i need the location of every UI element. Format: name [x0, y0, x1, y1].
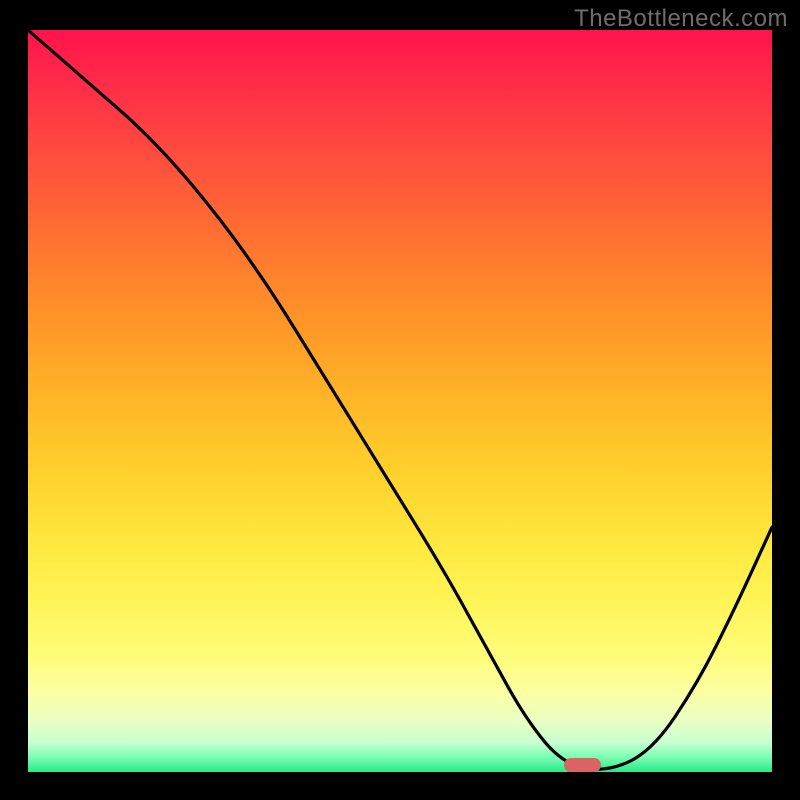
chart-plot-area [28, 30, 772, 772]
chart-line-svg [28, 30, 772, 772]
watermark-text: TheBottleneck.com [574, 5, 788, 33]
chart-line-path [28, 30, 772, 769]
chart-marker [564, 758, 601, 772]
